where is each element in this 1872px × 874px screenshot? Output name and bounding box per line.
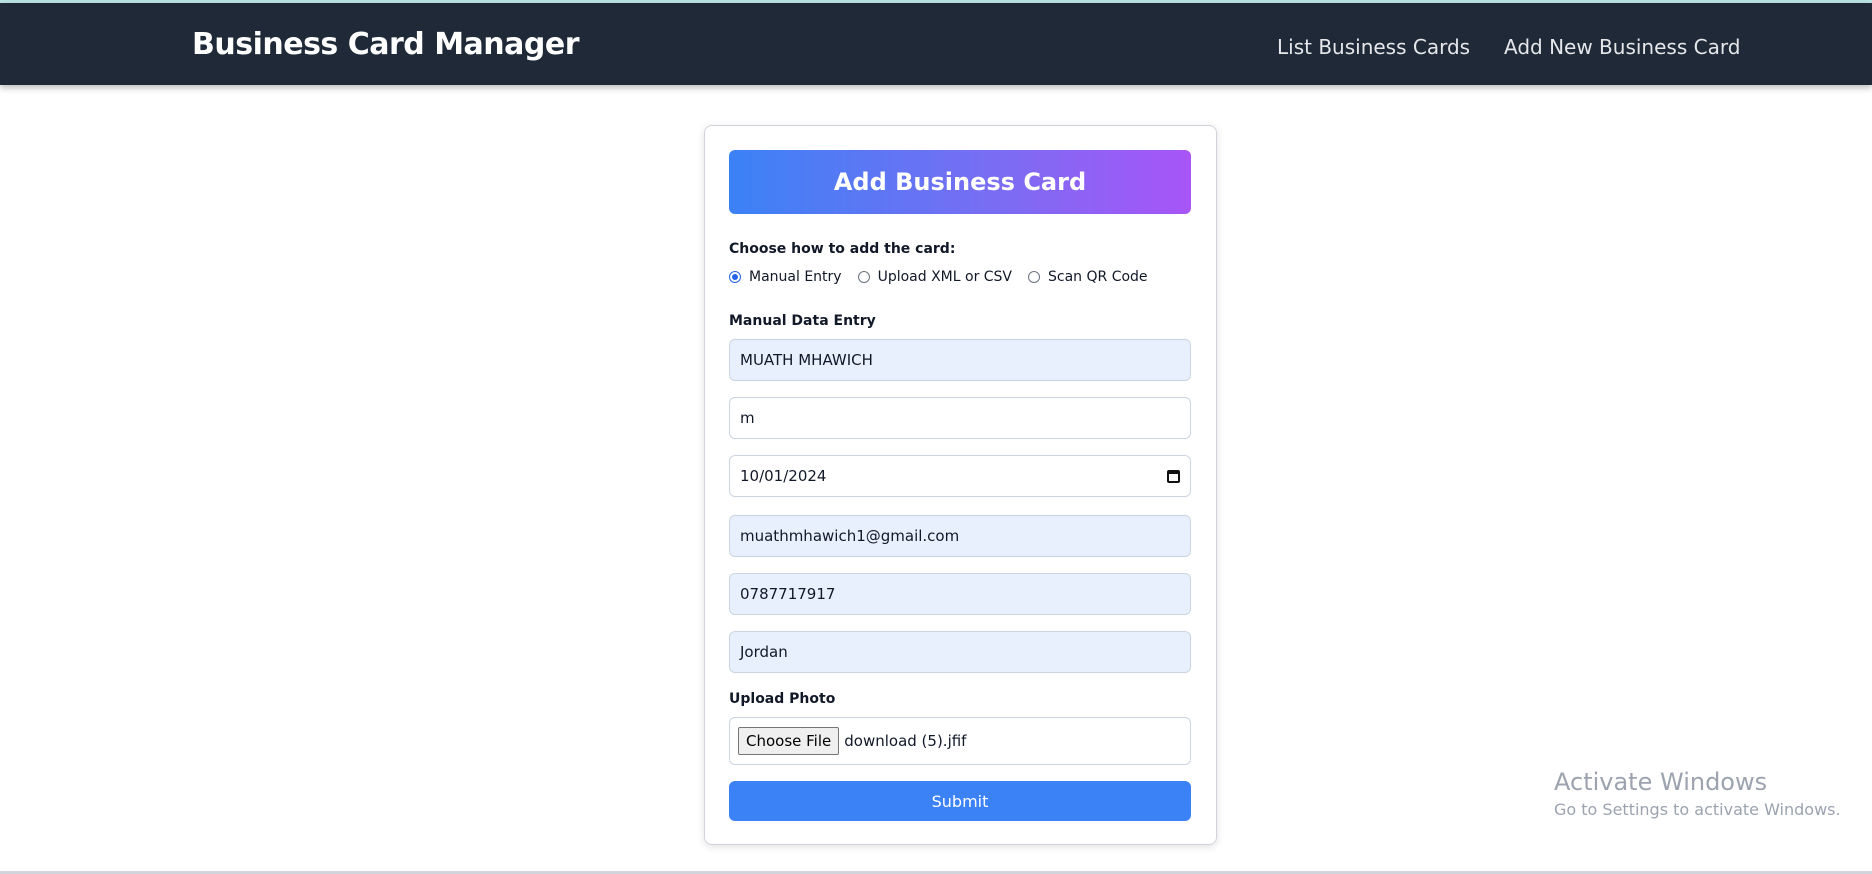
submit-button[interactable]: Submit xyxy=(729,781,1191,821)
phone-input[interactable]: 0787717917 xyxy=(729,573,1191,615)
address-input-value: Jordan xyxy=(740,643,788,661)
gender-input-value: m xyxy=(740,409,755,427)
choose-method-label: Choose how to add the card: xyxy=(729,241,956,257)
nav-link-add-card[interactable]: Add New Business Card xyxy=(1504,35,1740,59)
form-title: Add Business Card xyxy=(729,150,1191,214)
name-input-value: MUATH MHAWICH xyxy=(740,351,873,369)
watermark-title: Activate Windows xyxy=(1554,768,1768,796)
gender-input[interactable]: m xyxy=(729,397,1191,439)
email-input-value: muathmhawich1@gmail.com xyxy=(740,527,960,545)
watermark-subtitle: Go to Settings to activate Windows. xyxy=(1554,800,1841,819)
navbar: Business Card Manager List Business Card… xyxy=(0,3,1872,85)
phone-input-value: 0787717917 xyxy=(740,585,836,603)
radio-manual-entry-circle[interactable] xyxy=(729,271,741,283)
radio-upload-xml-csv[interactable]: Upload XML or CSV xyxy=(857,269,1013,285)
selected-file-name: download (5).jfif xyxy=(844,732,967,750)
address-input[interactable]: Jordan xyxy=(729,631,1191,673)
radio-upload-xml-csv-circle[interactable] xyxy=(857,271,870,283)
manual-entry-heading: Manual Data Entry xyxy=(729,313,876,329)
radio-upload-xml-csv-label: Upload XML or CSV xyxy=(877,269,1013,285)
add-card-form: Add Business Card Choose how to add the … xyxy=(704,125,1217,845)
radio-scan-qr-label: Scan QR Code xyxy=(1048,269,1148,285)
choose-file-button[interactable]: Choose File xyxy=(738,727,840,755)
date-input[interactable]: 10/01/2024 xyxy=(729,455,1191,497)
nav-link-list-cards[interactable]: List Business Cards xyxy=(1277,35,1470,59)
email-input[interactable]: muathmhawich1@gmail.com xyxy=(729,515,1191,557)
upload-photo-label: Upload Photo xyxy=(729,691,836,707)
radio-manual-entry-label: Manual Entry xyxy=(749,269,842,285)
activate-windows-watermark: Activate Windows Go to Settings to activ… xyxy=(1554,768,1841,819)
calendar-icon[interactable] xyxy=(1167,469,1180,483)
radio-scan-qr[interactable]: Scan QR Code xyxy=(1028,269,1148,285)
brand-title[interactable]: Business Card Manager xyxy=(192,27,580,62)
photo-file-input[interactable]: Choose File download (5).jfif xyxy=(729,717,1191,765)
radio-scan-qr-circle[interactable] xyxy=(1028,271,1041,283)
method-radio-group: Manual Entry Upload XML or CSV Scan QR C… xyxy=(729,267,1164,287)
radio-manual-entry[interactable]: Manual Entry xyxy=(729,269,842,285)
date-input-value: 10/01/2024 xyxy=(740,467,827,485)
name-input[interactable]: MUATH MHAWICH xyxy=(729,339,1191,381)
